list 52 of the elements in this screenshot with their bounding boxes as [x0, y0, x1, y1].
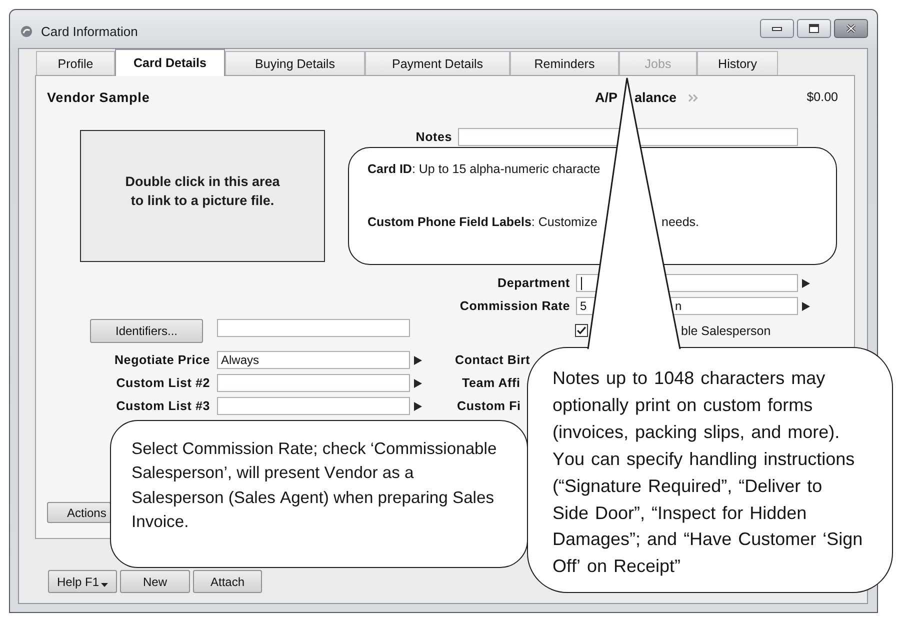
field-label: Commission Rate	[460, 298, 570, 315]
callout-text: Notes up to 1048 characters may optionally print on custom forms (invoices, packing slips, and more). You can specify handling instructions (“Signature Required”, “Deliver to Side Door”, “Inspect for Hidden Damages”; and “Have Customer ‘Sign Off’ on Receipt”	[552, 367, 864, 578]
text-field[interactable]	[217, 319, 410, 337]
field-label: Contact Birt	[455, 352, 530, 368]
callout-text: Card ID: Up to 15 alpha-numeric characte	[368, 162, 600, 177]
footer-button[interactable]: Attach	[193, 570, 262, 593]
balance-label: alance	[634, 90, 677, 105]
field-label: Custom List #2	[116, 375, 210, 392]
window-title: Card Information	[41, 24, 138, 39]
checkbox[interactable]	[575, 324, 588, 337]
text-field[interactable]	[458, 128, 798, 146]
tab[interactable]: History	[697, 51, 778, 75]
checkbox-label: ble Salesperson	[681, 324, 771, 338]
callout-text: Select Commission Rate; check ‘Commissionable Salesperson’, will present Vendor as a Salesperson (Sales Agent) when preparing Sales Invoice.	[132, 438, 498, 533]
field-label: Negotiate Price	[114, 352, 210, 369]
minimize-button[interactable]	[760, 19, 794, 38]
footer-button[interactable]: Help F1	[48, 570, 117, 593]
callout-text: Custom Phone Field Labels: Customize	[368, 215, 598, 230]
field-label: Custom Fi	[457, 398, 521, 414]
minimize-icon	[772, 26, 782, 30]
app-logo-icon	[21, 26, 32, 37]
actions-button[interactable]: Actions	[47, 502, 111, 523]
picture-hint: Double click in this area to link to a picture file.	[124, 173, 281, 210]
right-triangle-icon[interactable]	[414, 378, 422, 388]
field-label: Notes	[416, 129, 452, 146]
close-button[interactable]	[834, 19, 868, 38]
dropdown-field[interactable]	[217, 374, 410, 392]
right-triangle-icon[interactable]	[414, 402, 422, 410]
tab[interactable]: Reminders	[510, 51, 619, 75]
right-triangle-icon[interactable]	[414, 356, 422, 364]
tab[interactable]: Card Details	[115, 49, 225, 76]
footer-button[interactable]: New	[120, 570, 190, 593]
tab[interactable]: Payment Details	[365, 51, 510, 75]
tab[interactable]: Profile	[36, 51, 115, 75]
maximize-icon	[809, 24, 819, 33]
tab[interactable]: Buying Details	[225, 51, 365, 75]
right-triangle-icon[interactable]	[802, 302, 810, 310]
balance-amount: $0.00	[806, 90, 838, 105]
dropdown-field[interactable]	[217, 397, 410, 415]
vendor-name: Vendor Sample	[47, 90, 150, 105]
field-label: Department	[498, 275, 570, 292]
dropdown-field[interactable]: Always	[217, 351, 410, 369]
identifiers-button[interactable]: Identifiers...	[90, 319, 203, 343]
balance-label: A/P	[595, 90, 618, 105]
picture-area[interactable]: Double click in this area to link to a picture file.	[80, 130, 325, 262]
right-triangle-icon[interactable]	[802, 278, 810, 288]
callout-text: needs.	[662, 215, 700, 230]
field-label: Custom List #3	[116, 398, 210, 415]
maximize-button[interactable]	[797, 19, 831, 38]
field-label: Team Affi	[462, 376, 520, 390]
caret-down-icon[interactable]	[101, 582, 108, 586]
close-icon	[846, 24, 856, 33]
